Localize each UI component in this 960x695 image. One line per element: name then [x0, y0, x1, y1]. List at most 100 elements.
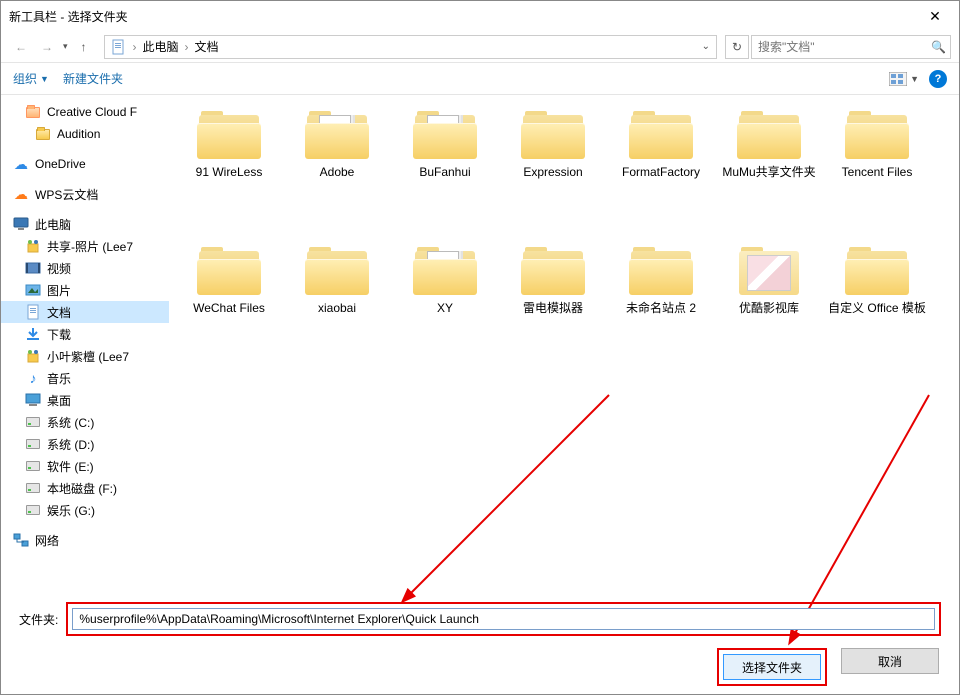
folder-icon	[413, 245, 477, 295]
recent-dropdown-icon[interactable]: ▾	[63, 41, 68, 52]
breadcrumb[interactable]: › 此电脑 › 文档 ⌄	[104, 35, 717, 59]
folder-label: Adobe	[320, 165, 355, 180]
search-box[interactable]: 🔍	[751, 35, 951, 59]
tree-item-this-pc[interactable]: 此电脑	[1, 213, 169, 235]
navigation-tree: Creative Cloud F Audition ☁ OneDrive ☁ W…	[1, 95, 169, 630]
annotation-arrow	[399, 385, 619, 605]
folder-item[interactable]: 优酷影视库	[715, 239, 823, 375]
forward-button[interactable]: →	[35, 35, 59, 59]
wps-cloud-icon: ☁	[13, 186, 29, 202]
folder-item[interactable]: WeChat Files	[175, 239, 283, 375]
tree-item-desktop[interactable]: 桌面	[1, 389, 169, 411]
folder-item[interactable]: XY	[391, 239, 499, 375]
folder-label: Expression	[523, 165, 582, 180]
help-button[interactable]: ?	[929, 70, 947, 88]
folder-label: BuFanhui	[419, 165, 470, 180]
tree-item-drive-c[interactable]: 系统 (C:)	[1, 411, 169, 433]
new-folder-label: 新建文件夹	[63, 70, 123, 87]
drive-icon	[25, 480, 41, 496]
folder-icon	[413, 109, 477, 159]
folder-icon	[737, 245, 801, 295]
doc-location-icon	[111, 39, 127, 55]
tree-item-downloads[interactable]: 下载	[1, 323, 169, 345]
chevron-down-icon: ▼	[910, 74, 919, 84]
folder-grid: 91 WireLess Adobe BuFanhui Expression Format…	[175, 103, 953, 375]
folder-view: 91 WireLess Adobe BuFanhui Expression Format…	[169, 95, 959, 630]
tree-item-shared-2[interactable]: 小叶紫檀 (Lee7	[1, 345, 169, 367]
folder-icon	[197, 245, 261, 295]
chevron-down-icon: ▼	[40, 74, 49, 84]
breadcrumb-history-icon[interactable]: ⌄	[702, 41, 710, 52]
folder-label: MuMu共享文件夹	[722, 165, 815, 180]
search-icon[interactable]: 🔍	[931, 40, 946, 54]
cancel-button[interactable]: 取消	[841, 648, 939, 674]
folder-item[interactable]: 雷电模拟器	[499, 239, 607, 375]
cc-icon	[25, 104, 41, 120]
share-icon	[25, 348, 41, 364]
search-input[interactable]	[752, 40, 928, 54]
new-folder-button[interactable]: 新建文件夹	[63, 70, 123, 87]
tree-item-onedrive[interactable]: ☁ OneDrive	[1, 153, 169, 175]
organize-menu[interactable]: 组织 ▼	[13, 70, 49, 87]
drive-icon	[25, 414, 41, 430]
folder-icon	[845, 109, 909, 159]
tree-item-drive-g[interactable]: 娱乐 (G:)	[1, 499, 169, 521]
tree-item-network[interactable]: 网络	[1, 529, 169, 551]
share-icon	[25, 238, 41, 254]
tree-item-wps[interactable]: ☁ WPS云文档	[1, 183, 169, 205]
tree-item-documents[interactable]: 文档	[1, 301, 169, 323]
tree-item-creative-cloud[interactable]: Creative Cloud F	[1, 101, 169, 123]
folder-label: XY	[437, 301, 453, 316]
pictures-icon	[25, 282, 41, 298]
refresh-button[interactable]: ↻	[725, 35, 749, 59]
crumb-current[interactable]: 文档	[195, 38, 219, 55]
tree-item-pictures[interactable]: 图片	[1, 279, 169, 301]
folder-item[interactable]: Tencent Files	[823, 103, 931, 239]
close-button[interactable]: ✕	[919, 8, 951, 25]
network-icon	[13, 532, 29, 548]
folder-item[interactable]: MuMu共享文件夹	[715, 103, 823, 239]
breadcrumb-sep-icon: ›	[185, 40, 189, 54]
folder-icon	[35, 126, 51, 142]
organize-label: 组织	[13, 70, 37, 87]
folder-icon	[521, 109, 585, 159]
folder-path-input[interactable]	[72, 608, 935, 630]
folder-item[interactable]: Adobe	[283, 103, 391, 239]
tree-item-audition[interactable]: Audition	[1, 123, 169, 145]
folder-item[interactable]: 91 WireLess	[175, 103, 283, 239]
folder-item[interactable]: Expression	[499, 103, 607, 239]
folder-label: Tencent Files	[842, 165, 913, 180]
desktop-icon	[25, 392, 41, 408]
up-button[interactable]: ↑	[72, 35, 96, 59]
toolbar: 组织 ▼ 新建文件夹 ▼ ?	[1, 63, 959, 95]
drive-icon	[25, 502, 41, 518]
back-button[interactable]: ←	[9, 35, 33, 59]
folder-icon	[197, 109, 261, 159]
tree-item-drive-d[interactable]: 系统 (D:)	[1, 433, 169, 455]
onedrive-icon: ☁	[13, 156, 29, 172]
folder-label: WeChat Files	[193, 301, 265, 316]
folder-icon	[629, 109, 693, 159]
folder-label: 自定义 Office 模板	[828, 301, 926, 316]
tree-item-drive-e[interactable]: 软件 (E:)	[1, 455, 169, 477]
tree-item-drive-f[interactable]: 本地磁盘 (F:)	[1, 477, 169, 499]
folder-item[interactable]: xiaobai	[283, 239, 391, 375]
doc-icon	[25, 304, 41, 320]
folder-icon	[305, 109, 369, 159]
breadcrumb-sep-icon: ›	[133, 40, 137, 54]
select-folder-button[interactable]: 选择文件夹	[723, 654, 821, 680]
annotation-box: 选择文件夹	[717, 648, 827, 686]
folder-item[interactable]: BuFanhui	[391, 103, 499, 239]
drive-icon	[25, 436, 41, 452]
tree-item-shared-photos[interactable]: 共享-照片 (Lee7	[1, 235, 169, 257]
folder-item[interactable]: 未命名站点 2	[607, 239, 715, 375]
annotation-box	[66, 602, 941, 636]
folder-path-label: 文件夹:	[19, 611, 58, 628]
crumb-root[interactable]: 此电脑	[143, 38, 179, 55]
folder-item[interactable]: 自定义 Office 模板	[823, 239, 931, 375]
folder-label: FormatFactory	[622, 165, 700, 180]
folder-item[interactable]: FormatFactory	[607, 103, 715, 239]
tree-item-music[interactable]: ♪ 音乐	[1, 367, 169, 389]
view-mode-button[interactable]: ▼	[889, 72, 919, 86]
tree-item-videos[interactable]: 视频	[1, 257, 169, 279]
